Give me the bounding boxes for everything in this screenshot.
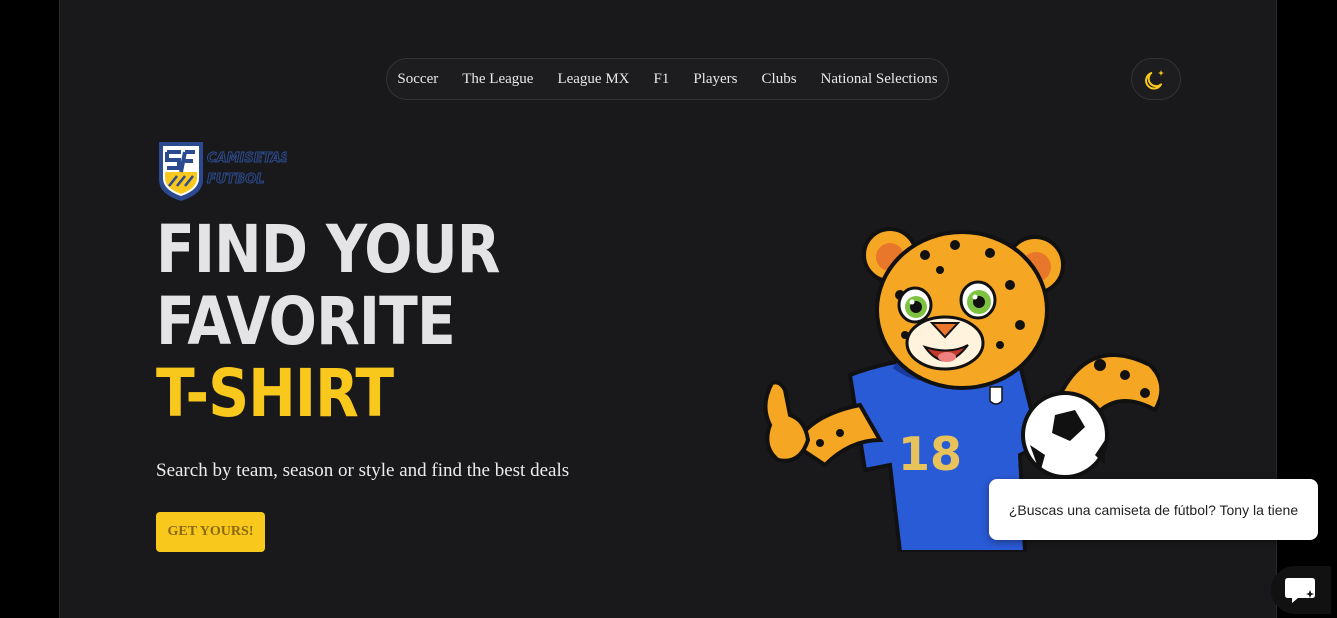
nav-item-soccer[interactable]: Soccer	[397, 71, 438, 88]
chat-message-text: ¿Buscas una camiseta de fútbol? Tony la …	[1008, 501, 1299, 518]
nav-item-clubs[interactable]: Clubs	[762, 71, 797, 88]
nav-item-national-selections[interactable]: National Selections	[821, 71, 938, 88]
headline-line-2: FAVORITE	[156, 283, 456, 360]
nav-item-f1[interactable]: F1	[654, 71, 670, 88]
jersey-number: 18	[898, 427, 962, 481]
brand-logo[interactable]: CAMISETAS FUTBOL	[157, 140, 290, 202]
theme-toggle-button[interactable]	[1131, 58, 1181, 100]
get-yours-button[interactable]: GET YOURS!	[156, 512, 265, 552]
chat-sparkle-icon	[1285, 578, 1315, 603]
moon-star-icon	[1145, 70, 1164, 90]
headline-line-1: FIND YOUR	[156, 211, 501, 288]
chat-message-bubble[interactable]: ¿Buscas una camiseta de fútbol? Tony la …	[989, 479, 1318, 540]
hero-subtitle: Search by team, season or style and find…	[156, 460, 570, 481]
nav-item-players[interactable]: Players	[693, 71, 737, 88]
nav-item-the-league[interactable]: The League	[462, 71, 533, 88]
logo-text-line2: FUTBOL	[207, 172, 265, 187]
logo-text-line1: CAMISETAS	[207, 151, 287, 166]
logo-emblem: CAMISETAS FUTBOL	[159, 142, 290, 201]
headline-line-3: T-SHIRT	[156, 355, 394, 432]
main-nav: Soccer The League League MX F1 Players C…	[386, 58, 949, 100]
hero-headline: FIND YOUR FAVORITE T-SHIRT	[156, 211, 501, 432]
open-chat-button[interactable]	[1271, 566, 1331, 614]
nav-item-league-mx[interactable]: League MX	[557, 71, 629, 88]
